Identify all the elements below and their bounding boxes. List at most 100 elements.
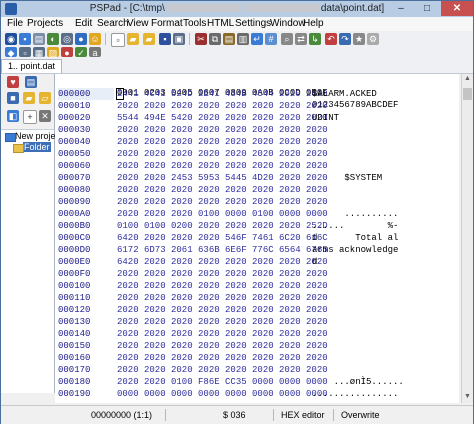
save-icon[interactable]: ▪ (19, 33, 31, 45)
save-all-icon[interactable]: ▣ (173, 33, 185, 45)
image-icon[interactable]: ▨ (47, 47, 59, 57)
hex-row-ascii[interactable]: ...... %- (312, 220, 460, 232)
copy-icon[interactable]: ⧉ (209, 33, 221, 45)
hex-row-ascii[interactable] (312, 268, 460, 280)
hex-row-ascii[interactable]: d (312, 256, 460, 268)
tree-node-project[interactable]: New project (3, 131, 63, 142)
hex-row-ascii[interactable] (312, 100, 460, 112)
hex-row-ascii[interactable] (312, 316, 460, 328)
hex-row-ascii[interactable]: ...ønÌ5...... (312, 376, 460, 388)
project-icon[interactable]: ◧ (7, 110, 19, 122)
hex-row-bytes[interactable]: 6172 6D73 2061 636B 6E6F 776C 6564 6765 (117, 244, 328, 256)
hex-row-bytes[interactable]: 2020 2020 2020 2020 2020 2020 2020 2020 (117, 100, 328, 112)
new-file-icon[interactable]: ▫ (111, 33, 125, 47)
hex-row-bytes[interactable]: 2020 2020 2020 2020 2020 2020 2020 2020 (117, 268, 328, 280)
menu-format[interactable]: Format (151, 18, 183, 29)
globe-icon[interactable]: ● (75, 33, 87, 45)
redo-icon[interactable]: ↷ (339, 33, 351, 45)
menu-settings[interactable]: Settings (235, 18, 271, 29)
menu-edit[interactable]: Edit (75, 18, 92, 29)
hex-row-ascii[interactable] (312, 340, 460, 352)
hex-row-bytes[interactable]: 2020 2020 0100 F86E CC35 0000 0000 0000 (117, 376, 328, 388)
vertical-scrollbar[interactable]: ▲ ▼ (461, 74, 473, 403)
hex-row-bytes[interactable]: 2020 2020 2020 2020 2020 2020 2020 2020 (117, 136, 328, 148)
html-icon[interactable]: ◆ (5, 47, 17, 57)
hex-row-bytes[interactable]: 2020 2020 2020 2020 2020 2020 2020 2020 (117, 352, 328, 364)
browser-icon[interactable]: ◎ (61, 33, 73, 45)
hex-row-bytes[interactable]: 2020 2020 2020 2020 2020 2020 2020 2020 (117, 184, 328, 196)
files-icon[interactable]: ▤ (25, 76, 37, 88)
hex-row-ascii[interactable]: $ALARM.ACKED (312, 88, 460, 100)
hex-row-ascii[interactable] (312, 160, 460, 172)
wrap-icon[interactable]: ↵ (251, 33, 263, 45)
tab-point-dat[interactable]: 1.. point.dat (1, 59, 63, 73)
menu-html[interactable]: HTML (207, 18, 234, 29)
hex-row-bytes[interactable]: 2020 2020 2020 2020 2020 2020 2020 2020 (117, 124, 328, 136)
folder-icon[interactable]: ▰ (23, 92, 35, 104)
close-button[interactable]: ✕ (441, 1, 473, 16)
minimize-button[interactable]: – (389, 1, 413, 16)
hex-row-bytes[interactable]: 2020 2020 2020 2020 2020 2020 2020 2020 (117, 364, 328, 376)
cube-icon[interactable]: ■ (7, 92, 19, 104)
calc-icon[interactable]: # (265, 33, 277, 45)
table-icon[interactable]: ▦ (33, 47, 45, 57)
scroll-down-icon[interactable]: ▼ (462, 392, 473, 402)
hex-row-bytes[interactable]: 2020 2020 2020 2020 2020 2020 2020 2020 (117, 328, 328, 340)
undo-icon[interactable]: ↶ (325, 33, 337, 45)
hex-row-ascii[interactable]: d Total al (312, 232, 460, 244)
menu-tools[interactable]: Tools (183, 18, 206, 29)
hex-row-ascii[interactable] (312, 136, 460, 148)
menu-help[interactable]: Help (303, 18, 324, 29)
clipboard-icon[interactable]: ▥ (237, 33, 249, 45)
menu-window[interactable]: Window (270, 18, 306, 29)
replace-icon[interactable]: ⇄ (295, 33, 307, 45)
smiley-icon[interactable]: ☺ (89, 33, 101, 45)
hex-row-ascii[interactable] (312, 148, 460, 160)
print-icon[interactable]: ▤ (33, 33, 45, 45)
hex-row-ascii[interactable]: arms acknowledge (312, 244, 460, 256)
heart-icon[interactable]: ♥ (7, 76, 19, 88)
hex-row-bytes[interactable]: 2020 2020 2020 2020 2020 2020 2020 2020 (117, 160, 328, 172)
save-file-icon[interactable]: ▪ (159, 33, 171, 45)
open-file-icon[interactable]: ▰ (127, 33, 139, 45)
hex-row-bytes[interactable]: 6420 2020 2020 2020 2020 2020 2020 2020 (117, 256, 328, 268)
hex-row-ascii[interactable] (312, 280, 460, 292)
hex-row-ascii[interactable] (312, 328, 460, 340)
hex-row-bytes[interactable]: 2020 2020 2020 2020 2020 2020 2020 2020 (117, 340, 328, 352)
add-file-icon[interactable]: + (23, 110, 37, 124)
hex-row-bytes[interactable]: 2020 2020 2020 2020 2020 2020 2020 2020 (117, 148, 328, 160)
scroll-thumb[interactable] (463, 88, 472, 100)
bookmark-icon[interactable]: ★ (353, 33, 365, 45)
hex-mode-icon[interactable]: ◉ (5, 33, 17, 45)
options-icon[interactable]: ⚙ (367, 33, 379, 45)
hex-row-bytes[interactable]: 0100 0100 0200 2020 2020 2020 2020 252D (117, 220, 328, 232)
hex-row-ascii[interactable] (312, 196, 460, 208)
folder-open-icon[interactable]: ▱ (39, 92, 51, 104)
hex-row-bytes[interactable]: 2020 2020 2020 2020 2020 2020 2020 2020 (117, 304, 328, 316)
hex-row-bytes[interactable]: 0000 0000 0000 0000 0000 0000 0000 0000 (117, 388, 328, 400)
hex-row-bytes[interactable]: 6420 2020 2020 2020 546F 7461 6C20 616C (117, 232, 328, 244)
hex-row-ascii[interactable] (312, 352, 460, 364)
hex-row-ascii[interactable] (312, 304, 460, 316)
hex-row-ascii[interactable]: ................ (312, 388, 460, 400)
menu-search[interactable]: Search (97, 18, 129, 29)
tools-icon[interactable]: ✕ (39, 110, 51, 122)
hex-row-bytes[interactable]: 2020 2020 2453 5953 5445 4D20 2020 2020 (117, 172, 328, 184)
hex-row-bytes[interactable]: 2020 2020 2020 2020 2020 2020 2020 2020 (117, 292, 328, 304)
hex-row-ascii[interactable] (312, 124, 460, 136)
goto-icon[interactable]: ↳ (309, 33, 321, 45)
hex-row-bytes[interactable]: 2020 2020 2020 2020 2020 2020 2020 2020 (117, 280, 328, 292)
menu-projects[interactable]: Projects (27, 18, 63, 29)
check-icon[interactable]: ✓ (75, 47, 87, 57)
hex-row-bytes[interactable]: 2020 2020 2020 2020 2020 2020 2020 2020 (117, 316, 328, 328)
open-folder-icon[interactable]: ▰ (143, 33, 155, 45)
hex-row-ascii[interactable] (312, 292, 460, 304)
scroll-up-icon[interactable]: ▲ (462, 74, 473, 84)
paste-icon[interactable]: ▤ (223, 33, 235, 45)
tag-icon[interactable]: ▫ (19, 47, 31, 57)
hex-row-ascii[interactable]: UDINT (312, 112, 460, 124)
spell-icon[interactable]: a (89, 47, 101, 57)
preview-icon[interactable]: ◐ (47, 33, 59, 45)
hex-row-ascii[interactable]: .......... (312, 208, 460, 220)
cut-icon[interactable]: ✂ (195, 33, 207, 45)
